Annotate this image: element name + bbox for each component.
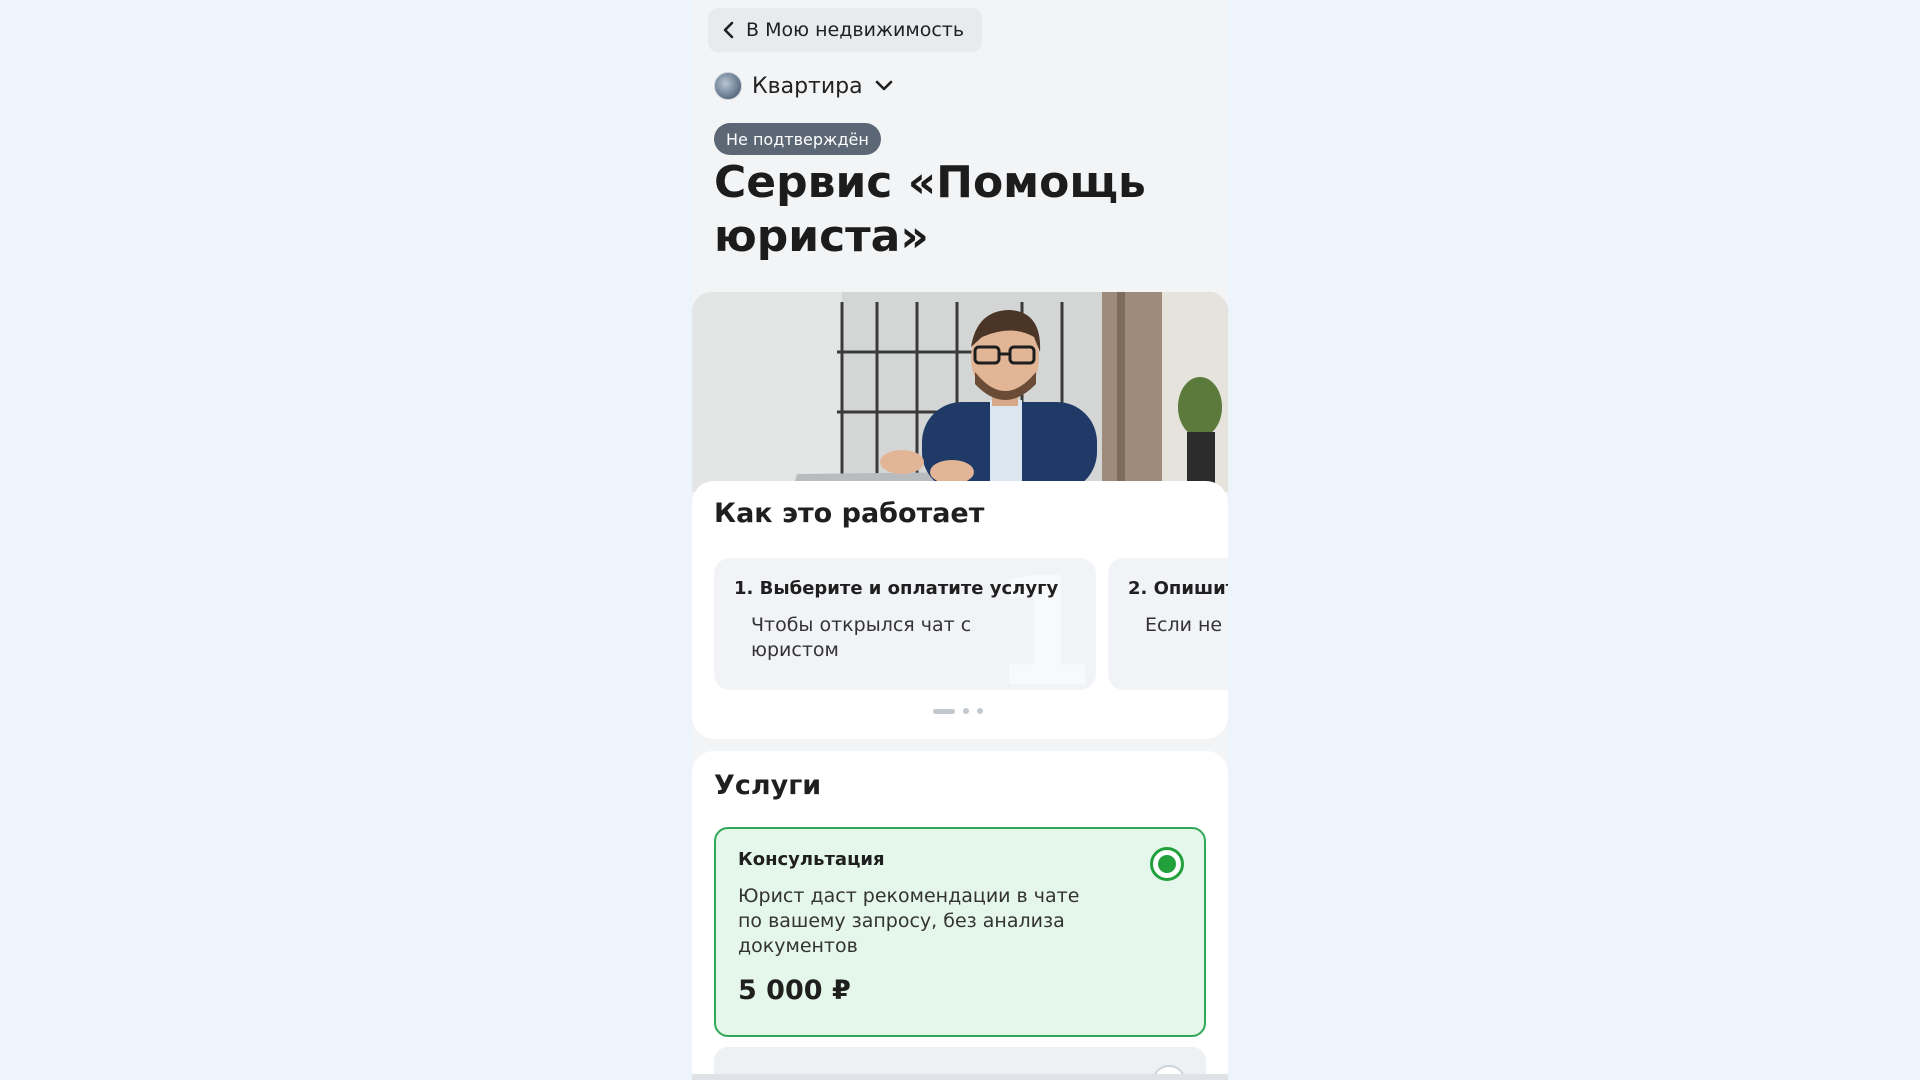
- hero-image: [692, 292, 1228, 492]
- pagination-dot-active[interactable]: [933, 708, 955, 714]
- pagination-dot[interactable]: [977, 708, 983, 714]
- property-selector[interactable]: Квартира: [714, 72, 893, 100]
- mobile-screen: В Мою недвижимость Квартира Не подтвержд…: [692, 0, 1228, 1080]
- service-name: Консультация: [738, 849, 885, 870]
- how-it-works-card: Как это работает 1 1. Выберите и оплатит…: [692, 481, 1228, 739]
- back-button[interactable]: В Мою недвижимость: [708, 8, 983, 52]
- service-option-consultation[interactable]: Консультация Юрист даст рекомендации в ч…: [714, 827, 1206, 1037]
- chevron-down-icon: [875, 80, 892, 91]
- services-card: Услуги Консультация Юрист даст рекоменда…: [692, 751, 1228, 1080]
- step-title: 1. Выберите и оплатите услугу: [734, 578, 1059, 599]
- lawyer-photo: [692, 292, 1228, 492]
- property-avatar: [714, 72, 742, 100]
- steps-carousel[interactable]: 1 1. Выберите и оплатите услугу Чтобы от…: [714, 558, 1228, 690]
- page-title: Сервис «Помощь юриста»: [714, 157, 1146, 262]
- back-button-label: В Мою недвижимость: [746, 19, 965, 41]
- how-it-works-title: Как это работает: [714, 498, 985, 529]
- status-badge: Не подтверждён: [714, 123, 881, 155]
- step-card-2[interactable]: 2 2. Опишите Если не вернём д: [1108, 558, 1228, 690]
- chevron-left-icon: [723, 21, 734, 39]
- service-description: Юрист даст рекомендации в чате по вашему…: [738, 885, 1080, 957]
- services-title: Услуги: [714, 770, 822, 801]
- radio-selected-icon[interactable]: [1150, 847, 1184, 881]
- pagination-dot[interactable]: [963, 708, 969, 714]
- step-text: Чтобы открылся чат с юристом: [751, 614, 972, 661]
- service-price: 5 000 ₽: [738, 975, 851, 1006]
- bottom-divider: [692, 1074, 1228, 1080]
- step-text: Если не вернём д: [1145, 614, 1228, 636]
- step-card-1[interactable]: 1 1. Выберите и оплатите услугу Чтобы от…: [714, 558, 1096, 690]
- step-title: 2. Опишите: [1128, 578, 1228, 599]
- property-label: Квартира: [752, 73, 863, 99]
- carousel-pagination[interactable]: [933, 708, 983, 714]
